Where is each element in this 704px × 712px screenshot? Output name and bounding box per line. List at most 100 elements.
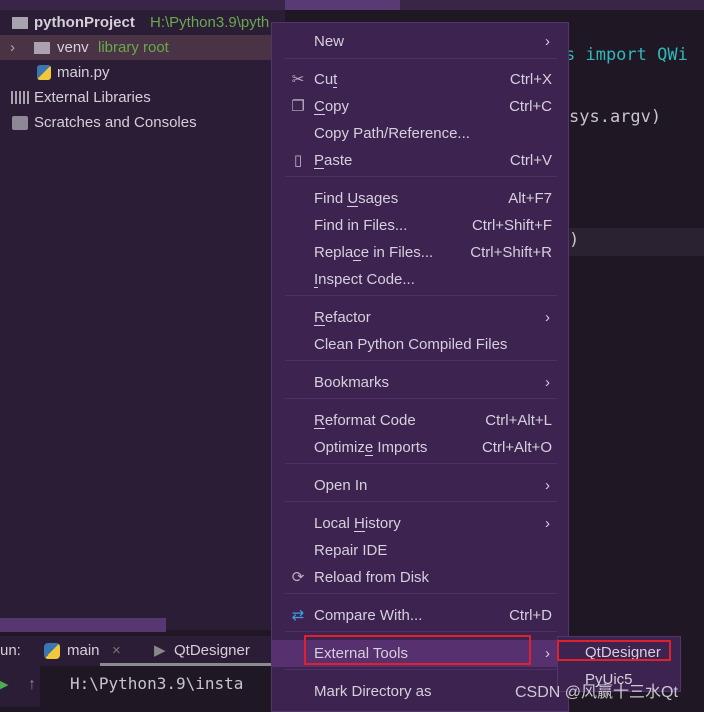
menu-item-paste[interactable]: ▯ Paste Ctrl+V: [272, 147, 568, 174]
chevron-right-icon: ›: [545, 645, 550, 662]
chevron-right-icon[interactable]: ›: [10, 35, 15, 60]
menu-item-label: Clean Python Compiled Files: [314, 336, 508, 353]
tree-item-main-py[interactable]: main.py: [0, 60, 285, 85]
reload-icon: ⟳: [291, 569, 305, 586]
context-menu: New › ✂ Cut Ctrl+X ❐ Copy Ctrl+C Copy Path/Refer…: [271, 22, 569, 712]
project-name: pythonProject: [34, 14, 135, 31]
menu-item-refactor[interactable]: Refactor ›: [272, 304, 568, 331]
menu-shortcut: Ctrl+C: [509, 98, 552, 115]
tree-item-project[interactable]: pythonProject H:\Python3.9\pyth: [0, 10, 285, 35]
library-root-tag: library root: [98, 39, 169, 56]
close-icon[interactable]: ×: [112, 636, 121, 666]
libraries-icon: [11, 91, 29, 104]
project-tree: pythonProject H:\Python3.9\pyth › venv l…: [0, 10, 285, 630]
venv-label: venv: [57, 39, 89, 56]
menu-item-copy[interactable]: ❐ Copy Ctrl+C: [272, 93, 568, 120]
menu-item-inspect-code[interactable]: Inspect Code...: [272, 266, 568, 293]
mnemonic-underline: [333, 87, 338, 88]
menu-item-label: Replace in Files...: [314, 244, 434, 261]
mnemonic-underline: [314, 114, 325, 115]
horizontal-scrollbar[interactable]: [0, 618, 166, 632]
run-console[interactable]: H:\Python3.9\insta: [0, 666, 271, 707]
watermark: CSDN @风赢十三水Qt: [515, 684, 678, 701]
menu-item-label: Repair IDE: [314, 542, 388, 559]
mnemonic-underline: [314, 428, 325, 429]
compare-icon: ⇄: [291, 607, 305, 624]
menu-item-label: Bookmarks: [314, 374, 390, 391]
menu-item-new[interactable]: New ›: [272, 28, 568, 55]
menu-separator: [285, 669, 557, 670]
menu-separator: [285, 593, 557, 594]
folder-icon: [12, 17, 28, 29]
run-tab-qtdesigner[interactable]: QtDesigner: [174, 636, 250, 666]
menu-item-label: Reformat Code: [314, 412, 416, 429]
menu-shortcut: Ctrl+D: [509, 607, 552, 624]
menu-item-label: Optimize Imports: [314, 439, 428, 456]
menu-separator: [285, 501, 557, 502]
menu-item-copy-path-reference[interactable]: Copy Path/Reference...: [272, 120, 568, 147]
editor-tab-main-py[interactable]: [285, 0, 400, 10]
run-tool-window-bar: un: main × ▶ QtDesigner: [0, 636, 271, 666]
mnemonic-underline: [347, 206, 359, 207]
menu-item-label: Reload from Disk: [314, 569, 430, 586]
menu-item-label: Find in Files...: [314, 217, 408, 234]
menu-item-repair-ide[interactable]: Repair IDE: [272, 537, 568, 564]
run-tab-main[interactable]: main: [67, 636, 100, 666]
menu-shortcut: Ctrl+V: [509, 152, 552, 169]
scratches-label: Scratches and Consoles: [34, 114, 197, 131]
menu-item-find-usages[interactable]: Find Usages Alt+F7: [272, 185, 568, 212]
menu-item-reformat-code[interactable]: Reformat Code Ctrl+Alt+L: [272, 407, 568, 434]
menu-item-optimize-imports[interactable]: Optimize Imports Ctrl+Alt+O: [272, 434, 568, 461]
mnemonic-underline: [314, 287, 319, 288]
menu-shortcut: Ctrl+Shift+F: [471, 217, 552, 234]
menu-item-label: Inspect Code...: [314, 271, 415, 288]
code-line: sys.argv): [569, 107, 662, 127]
menu-shortcut: Ctrl+Alt+O: [481, 439, 552, 456]
menu-separator: [285, 463, 557, 464]
project-path: H:\Python3.9\pyth: [150, 14, 270, 31]
menu-item-open-in[interactable]: Open In ›: [272, 472, 568, 499]
file-label: main.py: [57, 64, 110, 81]
run-label: un:: [0, 642, 21, 659]
menu-separator: [285, 176, 557, 177]
menu-item-compare-with[interactable]: ⇄ Compare With... Ctrl+D: [272, 602, 568, 629]
menu-item-label: Mark Directory as: [314, 683, 432, 700]
run-toolbar: ▶ ↑: [0, 666, 40, 707]
copy-icon: ❐: [291, 98, 305, 115]
code-text: s import QWi: [565, 45, 688, 65]
tree-item-venv[interactable]: › venv library root: [0, 35, 285, 60]
up-arrow-icon[interactable]: ↑: [28, 676, 36, 694]
menu-item-label: Cut: [314, 71, 338, 88]
menu-separator: [285, 631, 557, 632]
console-output: H:\Python3.9\insta: [70, 674, 244, 693]
menu-item-label: Find Usages: [314, 190, 399, 207]
tree-item-scratches[interactable]: Scratches and Consoles: [0, 110, 285, 135]
chevron-right-icon: ›: [545, 515, 550, 532]
annotation-box: [304, 635, 531, 665]
menu-item-label: Paste: [314, 152, 353, 169]
chevron-right-icon: ›: [545, 374, 550, 391]
python-icon: [44, 643, 60, 659]
menu-separator: [285, 58, 557, 59]
menu-item-cut[interactable]: ✂ Cut Ctrl+X: [272, 66, 568, 93]
menu-item-label: Compare With...: [314, 607, 423, 624]
menu-item-reload-from-disk[interactable]: ⟳ Reload from Disk: [272, 564, 568, 591]
menu-separator: [285, 360, 557, 361]
menu-item-bookmarks[interactable]: Bookmarks ›: [272, 369, 568, 396]
annotation-box: [557, 640, 671, 661]
tree-item-external-libraries[interactable]: External Libraries: [0, 85, 285, 110]
rerun-icon[interactable]: ▶: [0, 678, 8, 691]
chevron-right-icon: ›: [545, 477, 550, 494]
scissors-icon: ✂: [291, 71, 305, 88]
mnemonic-underline: [354, 531, 365, 532]
code-line: s import QWi: [565, 45, 688, 65]
menu-item-replace-in-files[interactable]: Replace in Files... Ctrl+Shift+R: [272, 239, 568, 266]
python-file-icon: [37, 65, 51, 80]
menu-item-label: Refactor: [314, 309, 371, 326]
menu-item-label: Copy Path/Reference...: [314, 125, 470, 142]
menu-item-clean-python-compiled-files[interactable]: Clean Python Compiled Files: [272, 331, 568, 358]
menu-item-find-in-files[interactable]: Find in Files... Ctrl+Shift+F: [272, 212, 568, 239]
menu-item-local-history[interactable]: Local History ›: [272, 510, 568, 537]
mnemonic-underline: [314, 325, 325, 326]
menu-item-label: Copy: [314, 98, 350, 115]
